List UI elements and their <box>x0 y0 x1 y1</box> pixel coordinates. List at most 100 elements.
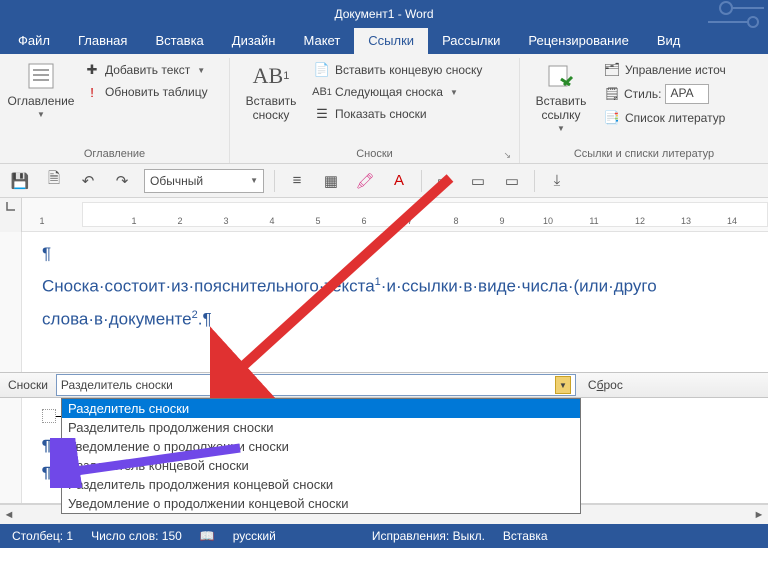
doc-text-line1a: Сноска·состоит·из·пояснительного·текста <box>42 277 375 296</box>
ruler-tick: 14 <box>727 216 737 226</box>
dropdown-option[interactable]: Разделитель концевой сноски <box>62 456 580 475</box>
insert-citation-button[interactable]: Вставить ссылку ▼ <box>526 58 596 133</box>
view-btn-2[interactable]: ▭ <box>466 169 490 193</box>
insert-endnote-button[interactable]: 📄 Вставить концевую сноску <box>310 60 486 80</box>
next-footnote-label: Следующая сноска <box>335 85 443 99</box>
show-footnotes-icon: ☰ <box>314 106 330 122</box>
save-button[interactable]: 💾 <box>8 169 32 193</box>
pilcrow-icon: ¶ <box>202 309 211 328</box>
manage-sources-label: Управление источ <box>625 63 726 77</box>
dropdown-option[interactable]: Уведомление о продолжении сноски <box>62 437 580 456</box>
anchor-marker <box>42 409 56 423</box>
ruler-tick: 6 <box>361 216 366 226</box>
tab-рецензирование[interactable]: Рецензирование <box>514 28 642 54</box>
group-label-footnotes: Сноски <box>356 148 393 160</box>
footnote-icon: AB1 <box>255 60 287 92</box>
dropdown-option[interactable]: Разделитель продолжения концевой сноски <box>62 475 580 494</box>
manage-sources-button[interactable]: 🗂 Управление источ <box>600 60 730 80</box>
tab-ссылки[interactable]: Ссылки <box>354 28 428 54</box>
highlight-button[interactable]: 🖍 <box>353 169 377 193</box>
chevron-down-icon: ▼ <box>197 66 205 75</box>
group-label-citations: Ссылки и списки литератур <box>526 146 762 163</box>
quick-access-toolbar: 💾 🗎 ↶ ↷ Обычный ▼ ≡ ▦ 🖍 A ▭ ▭ ▭ ⤓ <box>0 164 768 198</box>
tab-вид[interactable]: Вид <box>643 28 695 54</box>
dropdown-option[interactable]: Разделитель продолжения сноски <box>62 418 580 437</box>
citation-style-row: 🗒 Стиль: APA <box>600 82 730 106</box>
combo-dropdown-button[interactable]: ▼ <box>555 376 571 394</box>
style-select[interactable]: APA <box>665 84 709 104</box>
footnote-pane-header: Сноски Разделитель сноски ▼ Сброс <box>0 372 768 398</box>
style-label: Стиль: <box>624 87 661 101</box>
status-column[interactable]: Столбец: 1 <box>12 529 73 543</box>
reset-button[interactable]: Сброс <box>576 378 635 392</box>
next-footnote-button[interactable]: AB1 Следующая сноска ▼ <box>310 82 486 102</box>
bibliography-button[interactable]: 📑 Список литератур <box>600 108 730 128</box>
insert-footnote-label: Вставить сноску <box>236 94 306 122</box>
page-break-button[interactable]: ⤓ <box>545 169 569 193</box>
align-left-button[interactable]: ≡ <box>285 169 309 193</box>
dialog-launcher-icon[interactable]: ↘ <box>503 150 511 161</box>
new-doc-button[interactable]: 🗎 <box>42 169 66 193</box>
ruler-tick: 12 <box>635 216 645 226</box>
ruler-tick: 13 <box>681 216 691 226</box>
ruler-tick: 9 <box>499 216 504 226</box>
tab-рассылки[interactable]: Рассылки <box>428 28 514 54</box>
title-bar: Документ1 - Word <box>0 0 768 28</box>
pilcrow-icon: ¶ <box>42 244 51 263</box>
toc-button[interactable]: Оглавление ▼ <box>6 58 76 119</box>
footnote-separator-selected: Разделитель сноски <box>61 378 173 392</box>
ruler-tick: 11 <box>589 216 598 226</box>
dropdown-option[interactable]: Уведомление о продолжении концевой сноск… <box>62 494 580 513</box>
chevron-down-icon: ▼ <box>557 124 565 133</box>
update-toc-button[interactable]: ! Обновить таблицу <box>80 82 212 102</box>
font-color-button[interactable]: A <box>387 169 411 193</box>
view-btn-3[interactable]: ▭ <box>500 169 524 193</box>
add-text-label: Добавить текст <box>105 63 190 77</box>
insert-citation-label: Вставить ссылку <box>526 94 596 122</box>
group-label-toc: Оглавление <box>6 146 223 163</box>
scroll-right-button[interactable]: ► <box>750 509 768 521</box>
ribbon-tabs: ФайлГлавнаяВставкаДизайнМакетСсылкиРассы… <box>0 28 768 54</box>
chevron-down-icon: ▼ <box>450 88 458 97</box>
ruler-tick: 1 <box>39 216 44 226</box>
undo-button[interactable]: ↶ <box>76 169 100 193</box>
vertical-ruler[interactable] <box>0 398 22 503</box>
style-gallery-select[interactable]: Обычный ▼ <box>144 169 264 193</box>
status-proofing-icon[interactable]: 📖 <box>200 529 215 543</box>
add-text-button[interactable]: ✚ Добавить текст ▼ <box>80 60 212 80</box>
horizontal-ruler[interactable]: 1123456789101112131415 <box>22 198 768 232</box>
redo-button[interactable]: ↷ <box>110 169 134 193</box>
scroll-left-button[interactable]: ◄ <box>0 509 18 521</box>
separator <box>274 170 275 192</box>
footnote-separator-combo[interactable]: Разделитель сноски ▼ <box>56 374 576 396</box>
ruler-tick: 3 <box>223 216 228 226</box>
tab-вставка[interactable]: Вставка <box>141 28 217 54</box>
ruler-tick: 5 <box>315 216 320 226</box>
borders-button[interactable]: ▦ <box>319 169 343 193</box>
status-insert-mode[interactable]: Вставка <box>503 529 548 543</box>
tab-файл[interactable]: Файл <box>4 28 64 54</box>
chevron-down-icon: ▼ <box>250 176 258 185</box>
show-footnotes-button[interactable]: ☰ Показать сноски <box>310 104 486 124</box>
ruler-tick: 2 <box>177 216 182 226</box>
vertical-ruler[interactable] <box>0 232 22 372</box>
tab-главная[interactable]: Главная <box>64 28 141 54</box>
ruler-tick: 7 <box>407 216 412 226</box>
tab-дизайн[interactable]: Дизайн <box>218 28 290 54</box>
group-footnotes: AB1 Вставить сноску 📄 Вставить концевую … <box>230 58 520 163</box>
status-word-count[interactable]: Число слов: 150 <box>91 529 182 543</box>
doc-text-line2: слова·в·документе <box>42 309 192 328</box>
document-body[interactable]: ¶ Сноска·состоит·из·пояснительного·текст… <box>0 232 768 372</box>
footnote-pane-label: Сноски <box>0 378 56 392</box>
doc-text-line1b: ·и·ссылки·в·виде·числа·(или·друго <box>381 277 657 296</box>
ribbon: Оглавление ▼ ✚ Добавить текст ▼ ! Обнови… <box>0 54 768 164</box>
tab-selector[interactable] <box>0 198 22 232</box>
insert-footnote-button[interactable]: AB1 Вставить сноску <box>236 58 306 122</box>
show-footnotes-label: Показать сноски <box>335 107 427 121</box>
status-track-changes[interactable]: Исправления: Выкл. <box>372 529 485 543</box>
ruler-tick: 8 <box>453 216 458 226</box>
view-btn-1[interactable]: ▭ <box>432 169 456 193</box>
tab-макет[interactable]: Макет <box>289 28 354 54</box>
status-language[interactable]: русский <box>233 529 276 543</box>
dropdown-option[interactable]: Разделитель сноски <box>62 399 580 418</box>
